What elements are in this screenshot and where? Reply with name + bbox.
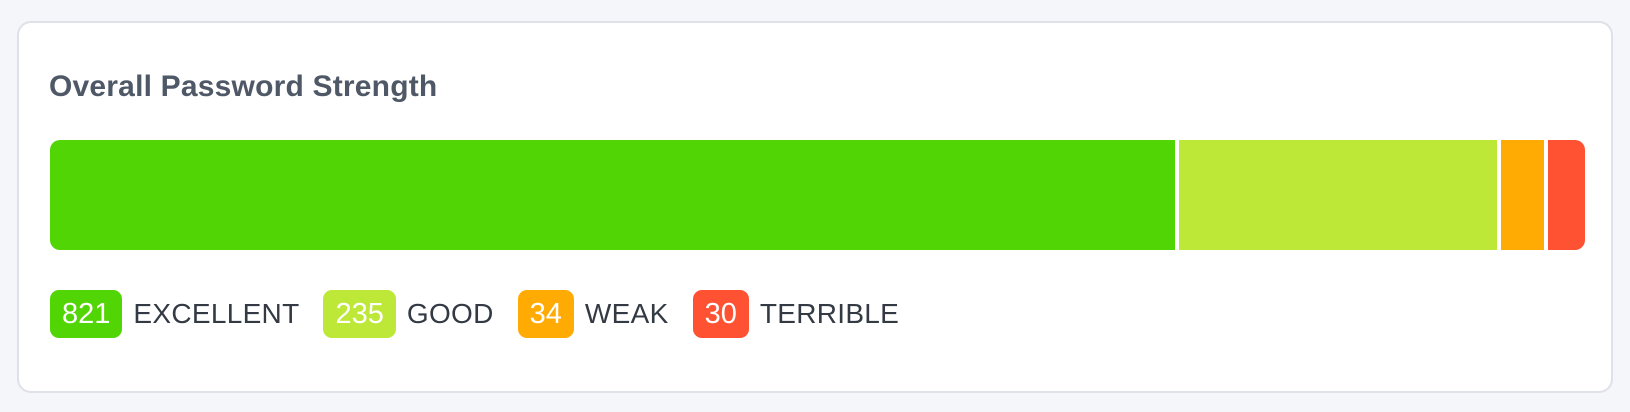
legend-item-weak: 34 WEAK [517,290,669,338]
legend-item-excellent: 821 EXCELLENT [50,290,299,338]
count-badge-weak: 34 [517,290,574,338]
legend-label-excellent: EXCELLENT [133,298,300,329]
strength-bar [50,140,1585,250]
password-strength-card: Overall Password Strength 821 EXCELLENT … [17,21,1613,393]
legend-item-good: 235 GOOD [323,290,493,338]
count-badge-terrible: 30 [692,290,749,338]
legend-label-good: GOOD [406,298,494,329]
strength-bar-segment-excellent [50,140,1176,250]
strength-bar-segment-good [1175,140,1498,250]
count-badge-excellent: 821 [50,290,123,338]
strength-bar-segment-weak [1497,140,1544,250]
legend-label-weak: WEAK [584,298,669,329]
strength-bar-segment-terrible [1543,140,1585,250]
count-badge-good: 235 [323,290,396,338]
legend-label-terrible: TERRIBLE [759,298,900,329]
card-title: Overall Password Strength [49,70,438,103]
strength-legend: 821 EXCELLENT 235 GOOD 34 WEAK 30 TERRIB… [50,290,923,338]
legend-item-terrible: 30 TERRIBLE [692,290,900,338]
